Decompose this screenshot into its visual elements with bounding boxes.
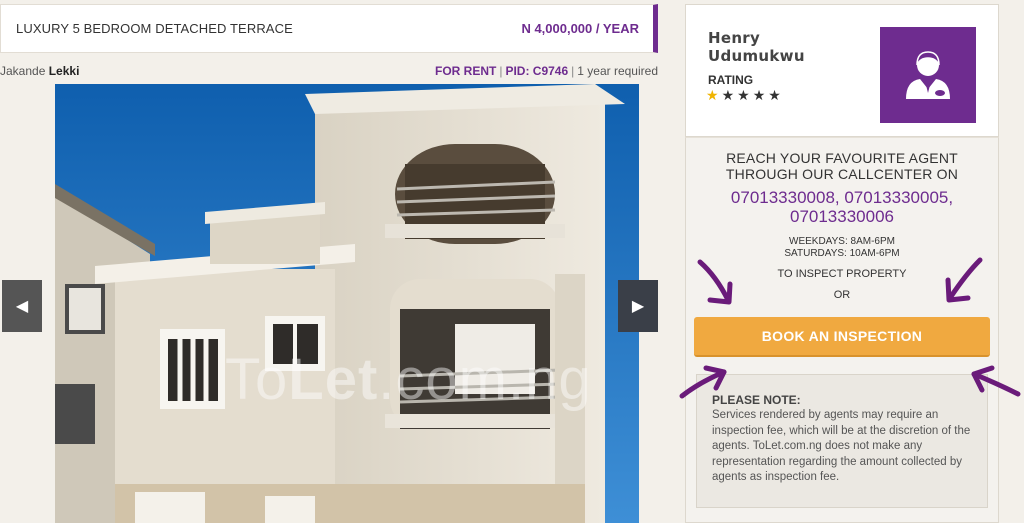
rating-label: RATING xyxy=(708,73,754,87)
note-title: PLEASE NOTE: xyxy=(712,393,801,407)
listing-price: N 4,000,000 / YEAR xyxy=(521,21,639,36)
agent-last-name: Udumukwu xyxy=(708,47,805,65)
please-note-box: PLEASE NOTE: Services rendered by agents… xyxy=(696,374,988,508)
callcenter-numbers[interactable]: 07013330008, 07013330005, 07013330006 xyxy=(686,188,998,226)
listing-status-info: FOR RENT | PID: C9746 | 1 year required xyxy=(434,64,658,78)
star-icon: ★ xyxy=(768,87,784,103)
listing-title: LUXURY 5 BEDROOM DETACHED TERRACE xyxy=(16,21,293,36)
rating-stars: ★★★★★ xyxy=(706,87,784,104)
caret-right-icon: ▶ xyxy=(631,298,645,315)
annotation-arrow-icon xyxy=(971,365,1021,397)
gallery-prev-button[interactable]: ◀ xyxy=(2,280,42,332)
listing-title-bar: LUXURY 5 BEDROOM DETACHED TERRACE N 4,00… xyxy=(0,4,658,53)
listing-location: Jakande Lekki xyxy=(0,64,79,78)
agent-avatar[interactable] xyxy=(880,27,976,123)
caret-left-icon: ◀ xyxy=(15,298,29,315)
property-photo[interactable]: ToLet.com.ng xyxy=(55,84,639,523)
callcenter-heading: REACH YOUR FAVOURITE AGENT THROUGH OUR C… xyxy=(725,150,959,182)
listing-pid: PID: C9746 xyxy=(505,64,569,78)
listing-meta-row: Jakande Lekki FOR RENT | PID: C9746 | 1 year… xyxy=(0,62,658,80)
listing-status: FOR RENT xyxy=(434,64,497,78)
star-icon: ★ xyxy=(737,87,753,103)
location-city: Lekki xyxy=(48,64,80,78)
agent-name[interactable]: Henry Udumukwu xyxy=(708,29,805,65)
annotation-arrow-icon xyxy=(945,257,983,303)
agent-avatar-icon xyxy=(906,51,950,99)
agent-card: Henry Udumukwu RATING ★★★★★ xyxy=(685,4,999,137)
location-area: Jakande xyxy=(0,64,46,78)
star-icon: ★ xyxy=(752,87,769,103)
annotation-arrow-icon xyxy=(697,259,733,305)
tolet-watermark: ToLet.com.ng xyxy=(225,347,592,412)
note-body: Services rendered by agents may require … xyxy=(712,409,971,483)
house-image xyxy=(55,84,639,523)
star-icon: ★ xyxy=(721,87,738,103)
gallery-next-button[interactable]: ▶ xyxy=(618,280,658,332)
star-icon: ★ xyxy=(706,87,722,103)
annotation-arrow-icon xyxy=(679,365,727,399)
listing-requirement: 1 year required xyxy=(577,64,658,78)
agent-first-name: Henry xyxy=(708,29,761,47)
book-inspection-button[interactable]: BOOK AN INSPECTION xyxy=(694,317,990,357)
